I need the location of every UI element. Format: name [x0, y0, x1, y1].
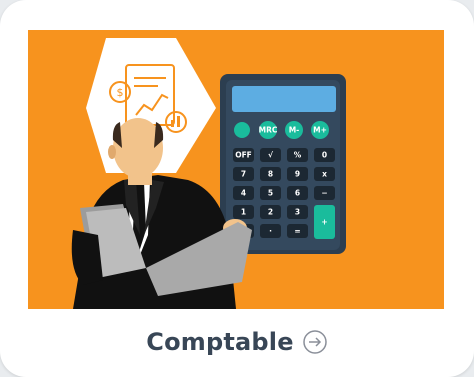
accountant-illustration: $ MRCM-M+OFF√%0789x456−123+0·= [28, 30, 444, 309]
comptable-card[interactable]: $ MRCM-M+OFF√%0789x456−123+0·= [0, 0, 474, 377]
calc-key-label: OFF [235, 151, 252, 160]
calc-key-label: = [294, 227, 300, 236]
calculator-display [232, 86, 336, 112]
svg-text:$: $ [117, 86, 124, 99]
calc-key-label: 5 [268, 189, 273, 198]
calc-key-label: 2 [268, 208, 273, 217]
card-label: Comptable [146, 328, 294, 356]
calc-key-label: · [269, 227, 272, 236]
calc-key-label: 4 [241, 189, 246, 198]
card-caption[interactable]: Comptable [0, 322, 474, 362]
calc-key-label: − [321, 189, 327, 198]
calc-key-plus-label: + [321, 218, 327, 227]
calc-memory-key-label: M- [289, 126, 300, 135]
calc-clear-icon [234, 122, 250, 138]
calc-key-label: 1 [241, 208, 246, 217]
calc-key-label: 6 [295, 189, 300, 198]
calc-key-label: 9 [295, 170, 300, 179]
calc-key-label: 8 [268, 170, 273, 179]
arrow-right-circle-icon[interactable] [302, 329, 328, 355]
calc-key-label: 3 [295, 208, 300, 217]
calc-key-label: x [322, 170, 327, 179]
calc-memory-key-label: M+ [313, 126, 327, 135]
calc-memory-key-label: MRC [259, 126, 278, 135]
calc-key-label: % [294, 151, 302, 160]
calc-key-label: 0 [322, 151, 327, 160]
calc-key-label: 7 [241, 170, 246, 179]
